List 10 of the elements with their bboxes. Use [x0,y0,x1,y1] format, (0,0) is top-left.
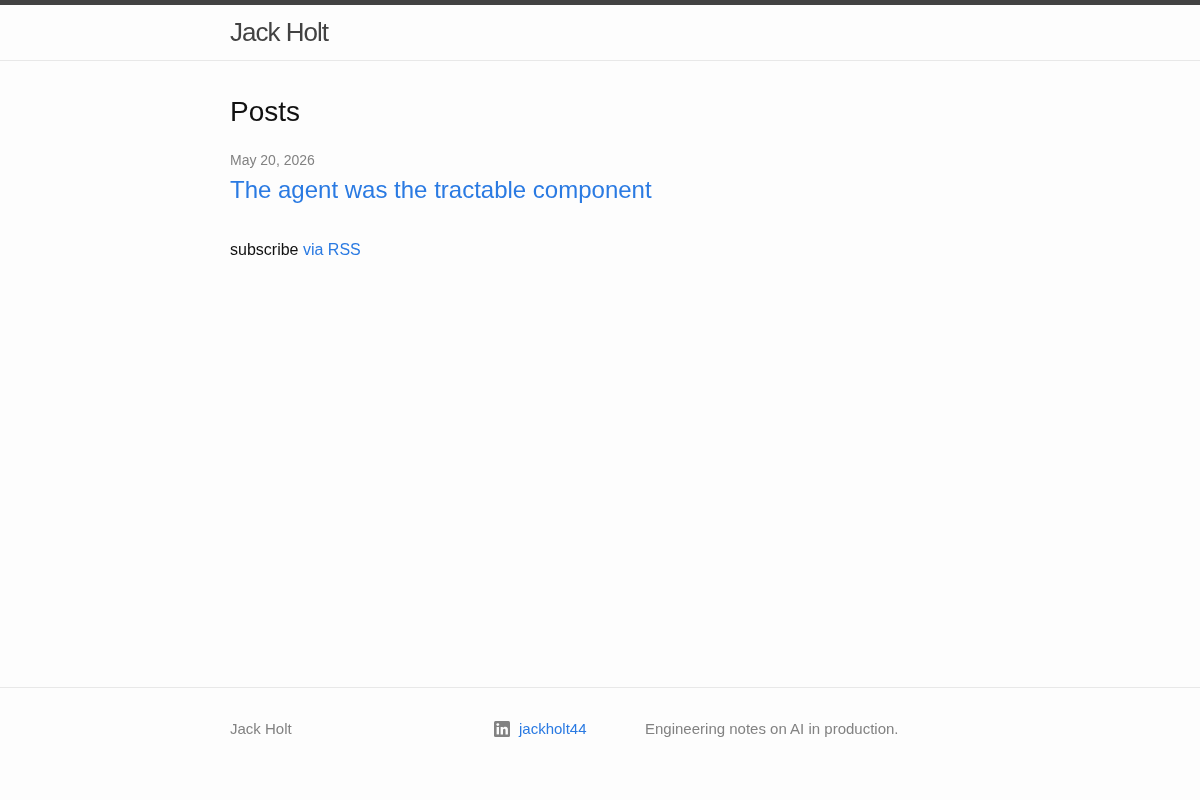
footer-name: Jack Holt [230,719,292,737]
post-title-link[interactable]: The agent was the tractable component [230,176,652,203]
social-username-link[interactable]: jackholt44 [519,717,587,740]
rss-link[interactable]: via RSS [302,241,361,258]
site-description: Engineering notes on AI in production. [645,719,899,737]
subscribe-text: subscribe via RSS [230,240,361,260]
site-title[interactable]: Jack Holt [230,5,328,60]
in-logo-icon [494,720,510,737]
post-date: May 20, 2026 [230,151,315,170]
page-heading: Posts [230,95,301,129]
